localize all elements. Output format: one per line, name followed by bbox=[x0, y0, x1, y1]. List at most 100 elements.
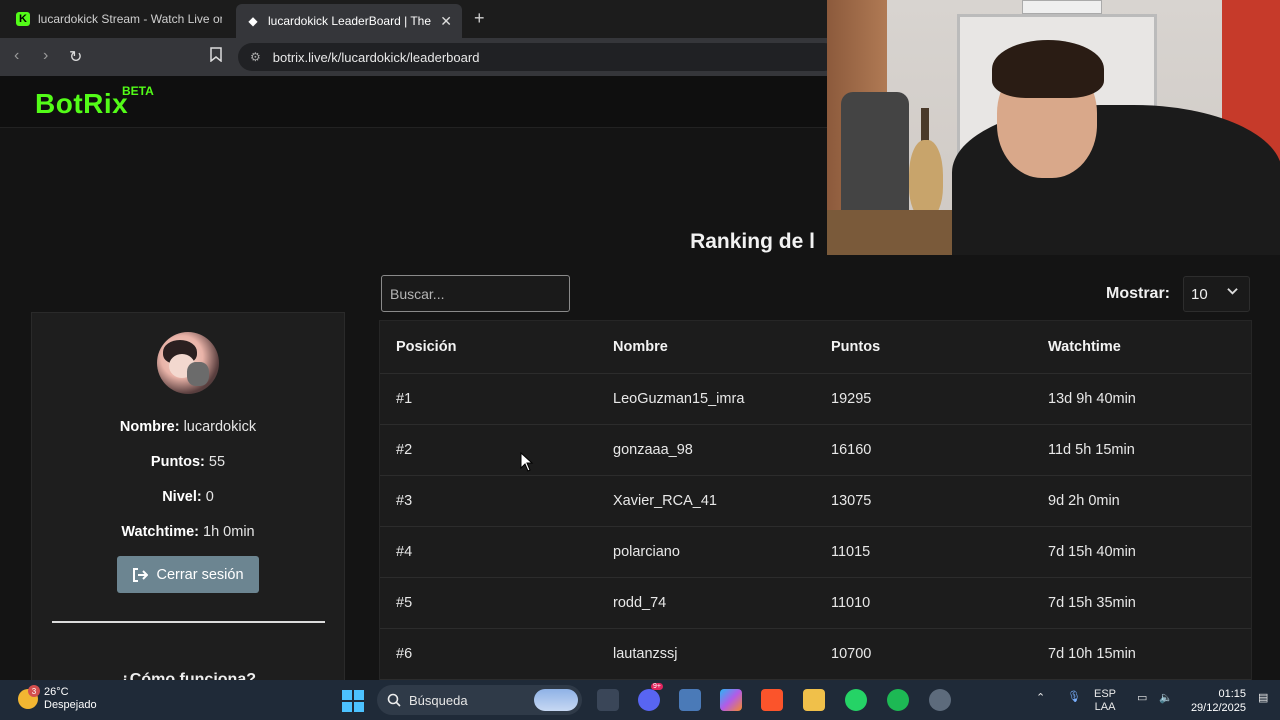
search-label: Búsqueda bbox=[409, 692, 468, 708]
system-clock[interactable]: 01:15 29/12/2025 bbox=[1191, 687, 1246, 715]
url-input[interactable]: ⚙ botrix.live/k/lucardokick/leaderboard bbox=[238, 43, 838, 71]
task-view-icon[interactable] bbox=[597, 689, 619, 711]
table-header-row: Posición Nombre Puntos Watchtime bbox=[380, 321, 1251, 374]
header-position[interactable]: Posición bbox=[396, 321, 456, 373]
chevron-up-icon[interactable]: ⌃ bbox=[1036, 692, 1045, 705]
header-watchtime[interactable]: Watchtime bbox=[1048, 321, 1121, 373]
file-explorer-icon[interactable] bbox=[803, 689, 825, 711]
search-icon bbox=[387, 693, 401, 707]
page-size-value: 10 bbox=[1191, 285, 1208, 303]
moon-icon: 3 bbox=[18, 685, 40, 709]
divider bbox=[52, 621, 325, 623]
beta-badge: BETA bbox=[122, 84, 154, 98]
screen: K lucardokick Stream - Watch Live on K ◆… bbox=[0, 0, 1280, 720]
row-name: LeoGuzman15_imra bbox=[613, 391, 745, 407]
obs-icon[interactable] bbox=[929, 689, 951, 711]
row-watchtime: 11d 5h 15min bbox=[1048, 442, 1135, 458]
row-position: #1 bbox=[396, 391, 413, 407]
language-indicator[interactable]: ESP LAA bbox=[1094, 688, 1116, 714]
forward-icon[interactable]: › bbox=[43, 47, 48, 65]
tab-title: lucardokick LeaderBoard | The b bbox=[268, 14, 435, 28]
row-position: #2 bbox=[396, 442, 413, 458]
name-value: lucardokick bbox=[183, 419, 257, 435]
points-label: Puntos: bbox=[150, 454, 205, 470]
profile-watchtime: Watchtime: 1h 0min bbox=[32, 524, 344, 540]
level-label: Nivel: bbox=[162, 489, 202, 505]
botrix-logo[interactable]: BotRix bbox=[35, 88, 128, 120]
notifications-icon[interactable]: ▤ bbox=[1258, 692, 1268, 705]
logout-button[interactable]: Cerrar sesión bbox=[117, 556, 259, 593]
table-row: #2 gonzaaa_98 16160 11d 5h 15min bbox=[380, 425, 1251, 476]
row-points: 13075 bbox=[831, 493, 872, 509]
discord-icon[interactable]: 9+ bbox=[638, 683, 663, 711]
lang-top: ESP bbox=[1094, 688, 1117, 700]
row-name: lautanzssj bbox=[613, 646, 678, 662]
row-points: 11010 bbox=[831, 595, 871, 611]
row-watchtime: 13d 9h 40min bbox=[1048, 391, 1136, 407]
tab-leaderboard[interactable]: ◆ lucardokick LeaderBoard | The b ✕ bbox=[236, 4, 462, 38]
windows-start-icon[interactable] bbox=[342, 690, 364, 712]
kick-favicon-icon: K bbox=[16, 12, 30, 26]
weather-temp: 26°C bbox=[44, 686, 69, 698]
table-row: #4 polarciano 11015 7d 15h 40min bbox=[380, 527, 1251, 578]
header-points[interactable]: Puntos bbox=[831, 321, 880, 373]
row-watchtime: 9d 2h 0min bbox=[1048, 493, 1120, 509]
taskbar-search[interactable]: Búsqueda bbox=[377, 685, 582, 715]
avatar bbox=[157, 332, 219, 394]
profile-points: Puntos: 55 bbox=[32, 454, 344, 470]
lang-bottom: LAA bbox=[1094, 701, 1116, 713]
brave-browser-icon[interactable] bbox=[761, 689, 783, 711]
row-watchtime: 7d 15h 40min bbox=[1048, 544, 1136, 560]
copilot-icon[interactable] bbox=[720, 689, 742, 711]
table-row: #3 Xavier_RCA_41 13075 9d 2h 0min bbox=[380, 476, 1251, 527]
level-value: 0 bbox=[205, 489, 214, 505]
row-position: #4 bbox=[396, 544, 413, 560]
table-row: #5 rodd_74 11010 7d 15h 35min bbox=[380, 578, 1251, 629]
mouse-cursor-icon bbox=[520, 452, 534, 472]
search-input[interactable] bbox=[381, 275, 570, 312]
botrix-favicon-icon: ◆ bbox=[248, 14, 258, 28]
tab-kick-stream[interactable]: K lucardokick Stream - Watch Live on K bbox=[6, 6, 232, 32]
game-app-icon[interactable] bbox=[679, 689, 701, 711]
notification-badge: 3 bbox=[28, 685, 40, 697]
profile-card: Nombre: lucardokick Puntos: 55 Nivel: 0 … bbox=[31, 312, 345, 692]
network-icon[interactable]: ▭ bbox=[1137, 692, 1147, 705]
row-points: 16160 bbox=[831, 442, 872, 458]
row-position: #6 bbox=[396, 646, 413, 662]
header-name[interactable]: Nombre bbox=[613, 321, 668, 373]
back-icon[interactable]: ‹ bbox=[14, 47, 19, 65]
webcam-overlay bbox=[827, 0, 1280, 255]
discord-badge: 9+ bbox=[651, 683, 663, 690]
spotify-icon[interactable] bbox=[887, 689, 909, 711]
clock-date: 29/12/2025 bbox=[1190, 702, 1246, 714]
row-points: 19295 bbox=[831, 391, 872, 407]
row-name: gonzaaa_98 bbox=[613, 442, 693, 458]
row-watchtime: 7d 10h 15min bbox=[1048, 646, 1136, 662]
volume-icon[interactable]: 🔈 bbox=[1159, 692, 1173, 705]
name-label: Nombre: bbox=[119, 419, 180, 435]
row-watchtime: 7d 15h 35min bbox=[1048, 595, 1136, 611]
points-value: 55 bbox=[208, 454, 226, 470]
row-name: Xavier_RCA_41 bbox=[613, 493, 717, 509]
whatsapp-icon[interactable] bbox=[845, 689, 867, 711]
bookmark-icon[interactable] bbox=[210, 47, 222, 67]
watchtime-label: Watchtime: bbox=[121, 524, 199, 540]
close-tab-icon[interactable]: ✕ bbox=[440, 13, 452, 30]
chevron-down-icon bbox=[1227, 288, 1238, 295]
watchtime-value: 1h 0min bbox=[203, 524, 255, 540]
tab-title: lucardokick Stream - Watch Live on K bbox=[38, 12, 222, 26]
search-highlight-icon bbox=[534, 689, 578, 711]
row-position: #5 bbox=[396, 595, 413, 611]
weather-desc: Despejado bbox=[44, 699, 97, 711]
logout-label: Cerrar sesión bbox=[156, 566, 244, 583]
reload-icon[interactable]: ↻ bbox=[69, 47, 82, 67]
site-settings-icon[interactable]: ⚙ bbox=[250, 50, 261, 64]
show-label: Mostrar: bbox=[1106, 285, 1171, 302]
page-size-select[interactable]: 10 bbox=[1183, 276, 1250, 312]
table-row: #1 LeoGuzman15_imra 19295 13d 9h 40min bbox=[380, 374, 1251, 425]
microphone-icon[interactable]: 🎙 bbox=[1067, 691, 1081, 704]
weather-widget[interactable]: 3 26°C Despejado bbox=[18, 685, 97, 712]
new-tab-icon[interactable]: + bbox=[474, 8, 485, 29]
table-row: #6 lautanzssj 10700 7d 10h 15min bbox=[380, 629, 1251, 680]
url-text: botrix.live/k/lucardokick/leaderboard bbox=[272, 49, 480, 65]
